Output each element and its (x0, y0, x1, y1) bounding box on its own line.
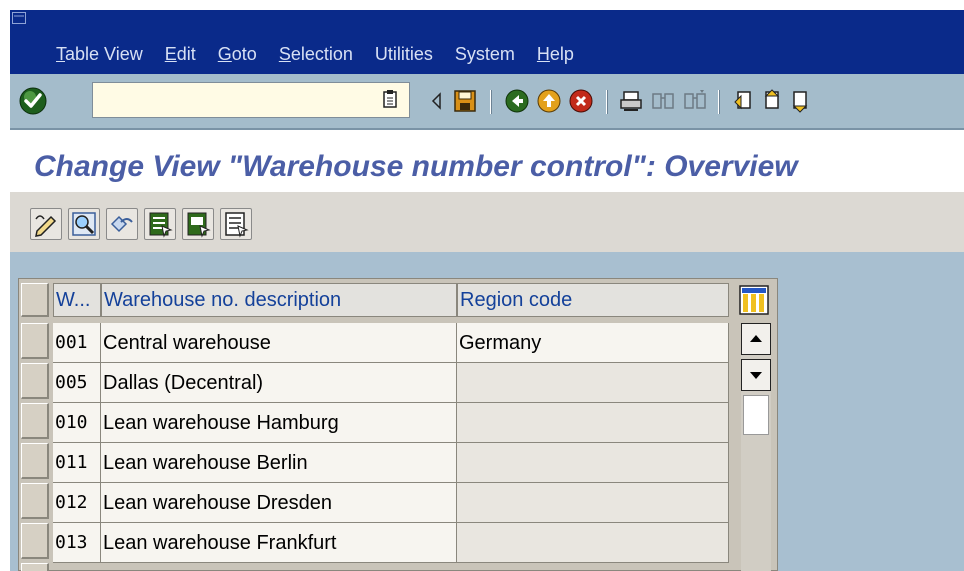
command-field[interactable] (92, 82, 410, 118)
description-cell[interactable]: Lean warehouse Berlin (101, 443, 457, 483)
row-selector[interactable] (21, 563, 49, 571)
region-code-cell[interactable]: Germany (457, 323, 729, 363)
region-code-cell[interactable] (457, 403, 729, 443)
menu-item-table-view[interactable]: Table View (56, 44, 143, 65)
row-selector[interactable] (21, 443, 49, 479)
menu-bar: Table View Edit Goto Selection Utilities… (10, 10, 964, 74)
command-history-icon[interactable] (378, 84, 402, 114)
row-selector[interactable] (21, 323, 49, 359)
application-toolbar (10, 192, 964, 252)
column-header-warehouse-number[interactable]: W... (53, 283, 101, 317)
row-selector[interactable] (21, 523, 49, 559)
select-all-icon (149, 212, 173, 238)
next-page-icon[interactable] (786, 88, 812, 114)
deselect-all-icon (225, 212, 249, 238)
back-icon[interactable] (504, 88, 530, 114)
menu-item-selection[interactable]: Selection (279, 44, 353, 65)
description-cell[interactable]: Lean warehouse Hamburg (101, 403, 457, 443)
region-code-cell[interactable] (457, 523, 729, 563)
title-bar: Change View "Warehouse number control": … (10, 132, 964, 192)
table-settings-icon[interactable] (739, 285, 769, 315)
find-icon[interactable] (650, 88, 676, 114)
details-icon (72, 212, 96, 236)
description-cell[interactable]: Lean warehouse Dresden (101, 483, 457, 523)
undo-button[interactable] (106, 208, 138, 240)
warehouse-number-cell[interactable]: 013 (53, 523, 101, 563)
warehouse-number-cell[interactable]: 001 (53, 323, 101, 363)
scroll-down-icon (750, 372, 762, 379)
scroll-up-icon (750, 335, 762, 342)
row-selector[interactable] (21, 403, 49, 439)
scroll-up-button[interactable] (741, 323, 771, 355)
column-header-region-code[interactable]: Region code (457, 283, 729, 317)
standard-toolbar (10, 74, 964, 130)
table-control: W... Warehouse no. description Region co… (18, 278, 778, 571)
region-code-cell[interactable] (457, 363, 729, 403)
column-header-description[interactable]: Warehouse no. description (101, 283, 457, 317)
scroll-down-button[interactable] (741, 359, 771, 391)
details-button[interactable] (68, 208, 100, 240)
description-cell[interactable]: Lean warehouse Frankfurt (101, 523, 457, 563)
save-icon[interactable] (452, 88, 478, 114)
first-page-icon[interactable] (730, 88, 756, 114)
scroll-thumb[interactable] (743, 395, 769, 435)
row-selector[interactable] (21, 483, 49, 519)
menu: Table View Edit Goto Selection Utilities… (56, 44, 596, 65)
menu-item-edit[interactable]: Edit (165, 44, 196, 65)
warehouse-number-cell[interactable]: 010 (53, 403, 101, 443)
deselect-all-button[interactable] (220, 208, 252, 240)
page-title: Change View "Warehouse number control": … (34, 150, 798, 183)
print-icon[interactable] (618, 88, 644, 114)
menu-item-system[interactable]: System (455, 44, 515, 65)
select-all-button[interactable] (144, 208, 176, 240)
undo-icon (110, 215, 133, 233)
warehouse-number-cell[interactable]: 011 (53, 443, 101, 483)
find-next-icon[interactable] (682, 88, 708, 114)
description-cell[interactable]: Central warehouse (101, 323, 457, 363)
menu-item-goto[interactable]: Goto (218, 44, 257, 65)
display-change-icon (35, 215, 57, 237)
separator (718, 90, 720, 114)
select-block-icon (187, 212, 211, 238)
command-input[interactable] (93, 83, 409, 117)
warehouse-number-cell[interactable]: 012 (53, 483, 101, 523)
display-change-button[interactable] (30, 208, 62, 240)
menu-item-help[interactable]: Help (537, 44, 574, 65)
region-code-cell[interactable] (457, 443, 729, 483)
previous-page-icon[interactable] (758, 88, 784, 114)
select-all-rows-cell[interactable] (21, 283, 49, 317)
collapse-arrow-icon[interactable] (424, 88, 450, 114)
content-area: W... Warehouse no. description Region co… (10, 252, 964, 571)
row-selector[interactable] (21, 363, 49, 399)
select-block-button[interactable] (182, 208, 214, 240)
menu-item-utilities[interactable]: Utilities (375, 44, 433, 65)
system-menu-icon[interactable] (12, 12, 26, 24)
separator (606, 90, 608, 114)
exit-icon[interactable] (536, 88, 562, 114)
cancel-icon[interactable] (568, 88, 594, 114)
warehouse-number-cell[interactable]: 005 (53, 363, 101, 403)
vertical-scrollbar[interactable] (741, 323, 771, 571)
region-code-cell[interactable] (457, 483, 729, 523)
enter-icon[interactable] (18, 86, 48, 116)
separator (490, 90, 492, 114)
description-cell[interactable]: Dallas (Decentral) (101, 363, 457, 403)
